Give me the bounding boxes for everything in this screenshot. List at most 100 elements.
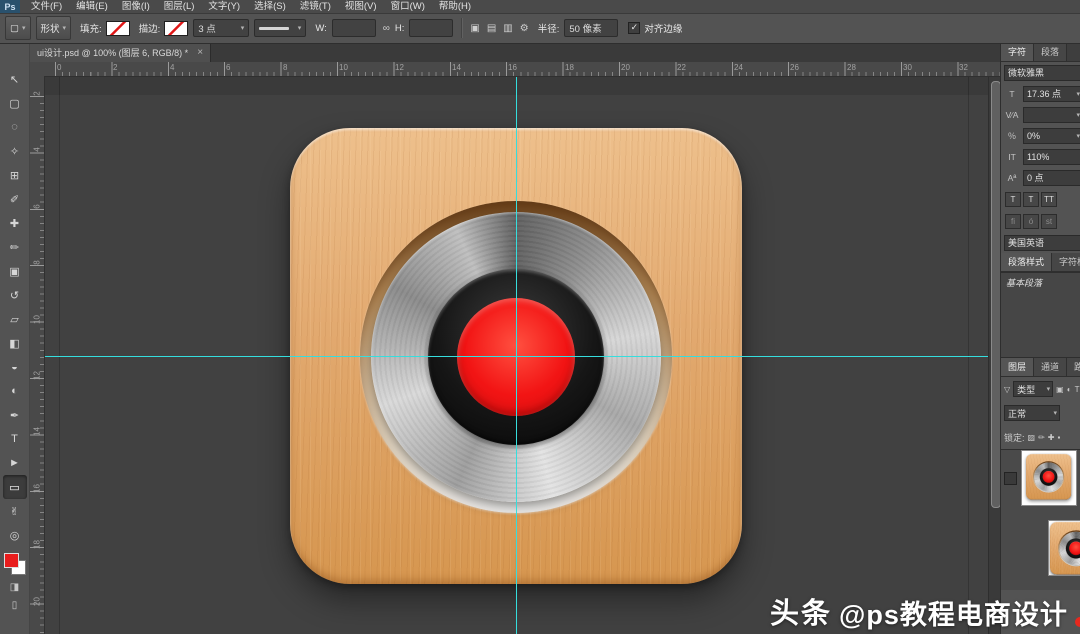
menu-help[interactable]: 帮助(H): [432, 0, 478, 13]
lasso-tool[interactable]: ◌: [3, 115, 27, 139]
color-swatches[interactable]: [4, 553, 26, 575]
tab-channels[interactable]: 通道: [1034, 358, 1067, 376]
layer-thumbnail[interactable]: [1021, 450, 1077, 506]
ruler-number: 18: [565, 63, 574, 72]
fill-swatch-none[interactable]: [106, 21, 130, 36]
move-tool[interactable]: ↖: [3, 67, 27, 91]
close-icon[interactable]: ×: [197, 47, 203, 58]
filter-type-icon[interactable]: T: [1075, 385, 1080, 394]
menu-file[interactable]: 文件(F): [24, 0, 69, 13]
filter-adjustment-icon[interactable]: ◐: [1067, 385, 1072, 394]
dodge-tool[interactable]: ◐: [3, 379, 27, 403]
type-tool[interactable]: T: [3, 427, 27, 451]
blur-tool[interactable]: ◒: [3, 355, 27, 379]
menu-layer[interactable]: 图层(L): [157, 0, 202, 13]
menu-window[interactable]: 窗口(W): [384, 0, 432, 13]
chevron-down-icon: ▾: [1076, 111, 1080, 119]
opentype-buttons: fi ó st: [1001, 210, 1080, 232]
stroke-style-select[interactable]: ▾: [254, 19, 306, 37]
gradient-tool[interactable]: ◧: [3, 331, 27, 355]
menu-view[interactable]: 视图(V): [338, 0, 384, 13]
marquee-tool[interactable]: ▢: [3, 91, 27, 115]
tab-character[interactable]: 字符: [1001, 43, 1034, 61]
eyedropper-tool[interactable]: ✐: [3, 187, 27, 211]
vertical-scale-field[interactable]: 110%: [1023, 149, 1080, 165]
ruler-corner[interactable]: [30, 62, 45, 77]
stylistic-alternates-button[interactable]: st: [1041, 214, 1057, 229]
lock-transparency-icon[interactable]: ▨: [1028, 433, 1036, 442]
baseline-shift-field[interactable]: 0 点: [1023, 170, 1080, 186]
radius-input[interactable]: 50 像素: [564, 19, 618, 37]
ligatures-button[interactable]: fi: [1005, 214, 1021, 229]
path-selection-tool[interactable]: ►: [3, 451, 27, 475]
tool-preset-button[interactable]: ▢ ▾: [5, 16, 31, 40]
document-tab[interactable]: ui设计.psd @ 100% (图层 6, RGB/8) * ×: [30, 43, 211, 62]
link-dimensions-icon[interactable]: ∞: [383, 23, 390, 34]
blend-mode-select[interactable]: 正常 ▾: [1004, 405, 1060, 421]
tab-paragraph-styles[interactable]: 段落样式: [1001, 253, 1052, 271]
font-size-value: 17.36 点: [1027, 87, 1069, 100]
font-family-select[interactable]: 微软雅黑 ▾: [1004, 65, 1080, 81]
foreground-color-swatch[interactable]: [4, 553, 19, 568]
layer-thumbnail[interactable]: [1048, 520, 1080, 576]
menu-type[interactable]: 文字(Y): [201, 0, 247, 13]
rectangle-tool[interactable]: ▭: [3, 475, 27, 499]
hand-tool[interactable]: ✌: [3, 499, 27, 523]
vertical-scale-row: IT 110%: [1001, 146, 1080, 167]
menu-select[interactable]: 选择(S): [247, 0, 293, 13]
eraser-tool[interactable]: ▱: [3, 307, 27, 331]
brush-tool[interactable]: ✏: [3, 235, 27, 259]
layer-filter-select[interactable]: 类型 ▾: [1013, 381, 1053, 397]
vertical-ruler[interactable]: 2 4 6 8 10 12 14 16 18 20: [30, 76, 45, 634]
stroke-swatch-none[interactable]: [164, 21, 188, 36]
list-item[interactable]: 基本段落: [1001, 273, 1080, 292]
chevron-down-icon: ▾: [1076, 90, 1080, 98]
tab-layers[interactable]: 图层: [1001, 358, 1034, 376]
zoom-tool[interactable]: ◎: [3, 523, 27, 547]
lock-position-icon[interactable]: ✚: [1048, 433, 1055, 442]
canvas[interactable]: [44, 76, 988, 634]
ordinals-button[interactable]: ó: [1023, 214, 1039, 229]
character-panel-tabs: 字符 段落: [1001, 43, 1080, 62]
align-edges-checkbox[interactable]: ✓: [628, 22, 640, 34]
ruler-number: 20: [621, 63, 630, 72]
ruler-number: 30: [903, 63, 912, 72]
width-input[interactable]: [332, 19, 376, 37]
history-brush-tool[interactable]: ↺: [3, 283, 27, 307]
path-alignment-icon[interactable]: ▤: [487, 23, 496, 34]
path-arrangement-icon[interactable]: ▥: [503, 23, 512, 34]
guide-vertical[interactable]: [516, 76, 517, 634]
crop-tool[interactable]: ⊞: [3, 163, 27, 187]
menu-edit[interactable]: 编辑(E): [69, 0, 115, 13]
height-input[interactable]: [409, 19, 453, 37]
menu-image[interactable]: 图像(I): [115, 0, 157, 13]
tab-paragraph[interactable]: 段落: [1034, 43, 1067, 61]
lock-all-icon[interactable]: ▪: [1057, 433, 1060, 442]
quick-selection-tool[interactable]: ✧: [3, 139, 27, 163]
screen-mode-icon[interactable]: ▯: [12, 600, 18, 611]
all-caps-button[interactable]: TT: [1041, 192, 1057, 207]
lock-pixels-icon[interactable]: ✏: [1038, 433, 1045, 442]
guide-horizontal[interactable]: [44, 356, 988, 357]
language-select[interactable]: 美国英语 ▾: [1004, 235, 1080, 251]
faux-bold-button[interactable]: T: [1005, 192, 1021, 207]
path-operations-icon[interactable]: ▣: [470, 23, 479, 34]
gear-icon[interactable]: ⚙: [520, 23, 529, 34]
layer-visibility-toggle[interactable]: [1004, 472, 1017, 485]
tab-character-styles[interactable]: 字符样式: [1052, 253, 1080, 271]
tab-paths[interactable]: 路径: [1067, 358, 1080, 376]
filter-pixel-icon[interactable]: ▣: [1056, 385, 1064, 394]
kerning-field[interactable]: ▾: [1023, 107, 1080, 123]
quick-mask-icon[interactable]: ◨: [10, 582, 19, 593]
clone-stamp-tool[interactable]: ▣: [3, 259, 27, 283]
pen-tool[interactable]: ✒: [3, 403, 27, 427]
font-size-field[interactable]: 17.36 点 ▾: [1023, 86, 1080, 102]
faux-italic-button[interactable]: T: [1023, 192, 1039, 207]
proportional-spacing-field[interactable]: 0% ▾: [1023, 128, 1080, 144]
stroke-width-select[interactable]: 3 点 ▾: [193, 19, 249, 37]
baseline-shift-icon: Aª: [1004, 173, 1020, 183]
menu-filter[interactable]: 滤镜(T): [293, 0, 338, 13]
healing-brush-tool[interactable]: ✚: [3, 211, 27, 235]
tool-mode-select[interactable]: 形状 ▾: [36, 16, 72, 40]
horizontal-ruler[interactable]: 0 2 4 6 8 10 12 14 16 18 20 22 24 26 28 …: [44, 62, 1000, 77]
